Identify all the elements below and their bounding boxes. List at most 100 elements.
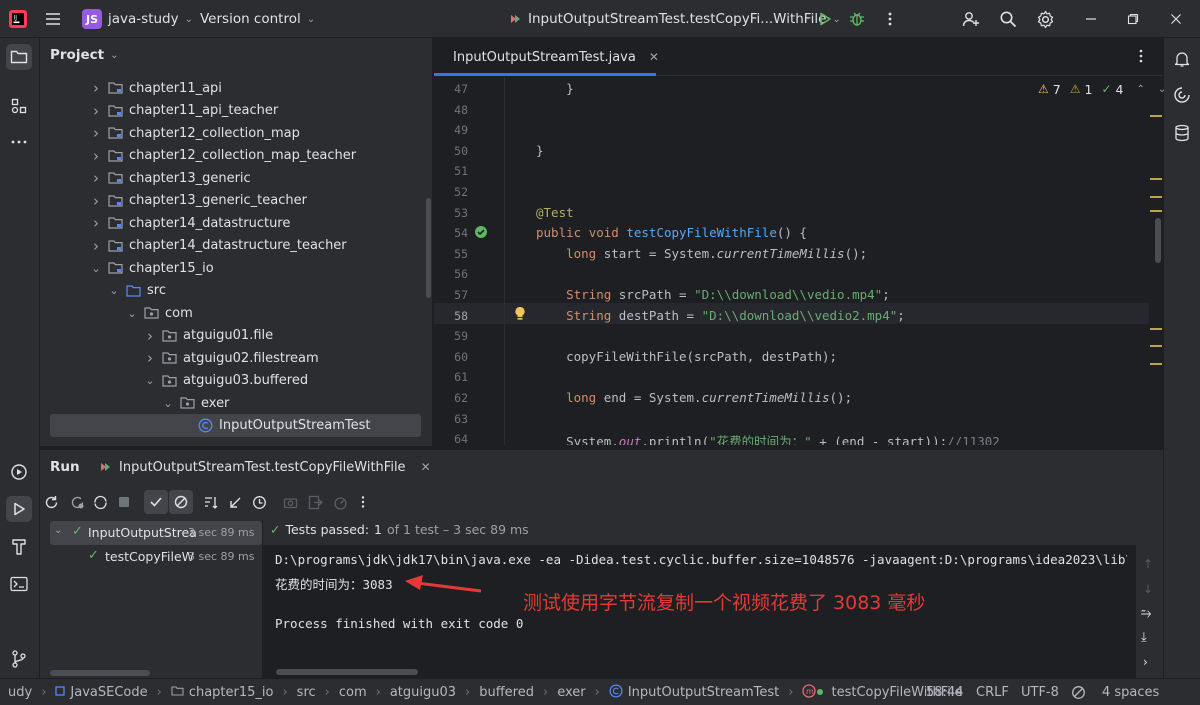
breadcrumb-item[interactable]: JavaSECode xyxy=(70,685,147,700)
breadcrumb-item[interactable]: exer xyxy=(557,685,585,700)
tree-item[interactable]: › chapter11_api_teacher xyxy=(90,100,278,122)
show-ignored-toggle[interactable] xyxy=(169,490,193,514)
history-clock-icon[interactable] xyxy=(248,491,270,513)
search-icon[interactable] xyxy=(999,0,1017,38)
arrow-up-icon[interactable]: ↑ xyxy=(1143,557,1153,571)
breadcrumb-item[interactable]: chapter15_io xyxy=(189,685,274,700)
sort-icon[interactable] xyxy=(200,491,222,513)
test-tree-root-row[interactable]: ⌄ ✓ InputOutputStrea 3 sec 89 ms xyxy=(50,521,262,545)
performance-icon[interactable] xyxy=(329,491,351,513)
editor-tab[interactable]: InputOutputStreamTest.java ✕ xyxy=(434,38,659,76)
close-tab-icon[interactable]: ✕ xyxy=(649,50,659,64)
add-user-icon[interactable] xyxy=(962,0,980,38)
warning-stripe-mark[interactable] xyxy=(1150,210,1162,212)
project-tool-icon[interactable] xyxy=(6,44,32,70)
tree-item[interactable]: › chapter11_api xyxy=(90,77,222,99)
settings-gear-icon[interactable] xyxy=(1036,0,1055,38)
arrow-down-icon[interactable]: ↓ xyxy=(1143,582,1153,596)
tree-item[interactable]: › chapter14_datastructure_teacher xyxy=(90,235,347,257)
lightbulb-icon[interactable] xyxy=(514,306,526,325)
tree-scrollbar[interactable] xyxy=(426,198,431,298)
more-options-icon[interactable] xyxy=(352,491,374,513)
tree-item[interactable]: ⌄ src xyxy=(108,280,166,302)
line-number: 56 xyxy=(454,267,468,282)
tree-item[interactable]: › chapter13_generic xyxy=(90,167,251,189)
warning-stripe-mark[interactable] xyxy=(1150,363,1162,365)
tree-item[interactable]: › chapter14_datastructure xyxy=(90,212,290,234)
breadcrumb-item[interactable]: buffered xyxy=(479,685,534,700)
build-hammer-icon[interactable] xyxy=(6,534,32,560)
chevron-right-icon[interactable]: › xyxy=(1143,655,1148,669)
tree-item-selected[interactable]: InputOutputStreamTest xyxy=(180,415,370,437)
show-passed-toggle[interactable] xyxy=(144,490,168,514)
project-switcher[interactable]: JS java-study ⌄ xyxy=(82,0,193,38)
close-window-icon[interactable] xyxy=(1170,0,1182,38)
breadcrumb-item[interactable]: InputOutputStreamTest xyxy=(628,685,779,700)
warning-stripe-mark[interactable] xyxy=(1150,345,1162,347)
line-separator[interactable]: CRLF xyxy=(976,679,1009,705)
tab-options-icon[interactable] xyxy=(1134,48,1148,68)
main-menu-icon[interactable] xyxy=(44,0,62,38)
breadcrumb-item[interactable]: atguigu03 xyxy=(390,685,456,700)
database-icon[interactable] xyxy=(1169,120,1195,146)
test-tree-hscrollbar[interactable] xyxy=(50,670,150,676)
readonly-toggle-icon[interactable] xyxy=(1071,679,1086,705)
breadcrumb-item[interactable]: udy xyxy=(8,685,32,700)
editor-scrollbar[interactable] xyxy=(1155,218,1161,263)
code-view[interactable]: 47 } 48 49 50} 51 52 53 @Test 54 public void test… xyxy=(434,77,1163,445)
console-hscrollbar[interactable] xyxy=(276,669,418,675)
git-branch-icon[interactable] xyxy=(6,646,32,672)
screenshot-icon[interactable] xyxy=(279,491,301,513)
debug-button[interactable] xyxy=(849,0,865,38)
tree-item[interactable]: › chapter13_generic_teacher xyxy=(90,190,307,212)
rerun-icon[interactable] xyxy=(40,491,62,513)
warning-stripe-mark[interactable] xyxy=(1150,115,1162,117)
rerun-failed-icon[interactable] xyxy=(66,491,88,513)
minimize-icon[interactable] xyxy=(1085,0,1097,38)
close-tab-icon[interactable]: ✕ xyxy=(421,460,431,474)
import-tests-icon[interactable] xyxy=(224,491,246,513)
warning-stripe-mark[interactable] xyxy=(1150,178,1162,180)
ai-assistant-icon[interactable] xyxy=(1169,82,1195,108)
structure-tool-icon[interactable] xyxy=(6,93,32,119)
run-button[interactable] xyxy=(817,0,833,38)
soft-wrap-icon[interactable]: ⥲ xyxy=(1141,606,1151,621)
inspection-widget[interactable]: ⚠ 7 ⚠ 1 ✓ 4 ⌃ ⌄ xyxy=(1038,80,1166,98)
tree-item[interactable]: › atguigu02.filestream xyxy=(144,347,319,369)
stop-icon[interactable] xyxy=(113,491,135,513)
tree-item[interactable]: › chapter12_collection_map_teacher xyxy=(90,145,356,167)
toggle-auto-test-icon[interactable] xyxy=(89,491,111,513)
more-actions-icon[interactable] xyxy=(882,0,898,38)
console-output[interactable]: D:\programs\jdk\jdk17\bin\java.exe -ea -… xyxy=(263,545,1136,678)
breadcrumb-item[interactable]: src xyxy=(297,685,316,700)
chevron-down-icon[interactable]: ⌄ xyxy=(1158,84,1166,95)
app-logo-icon[interactable]: IJ xyxy=(8,0,28,38)
restore-icon[interactable] xyxy=(1127,0,1139,38)
scroll-to-end-icon[interactable]: ⤓ xyxy=(1141,630,1147,645)
warning-stripe-mark[interactable] xyxy=(1150,196,1162,198)
tree-item[interactable]: ⌄ exer xyxy=(162,392,229,414)
run-tab[interactable]: InputOutputStreamTest.testCopyFileWithFi… xyxy=(98,450,431,484)
tree-item[interactable]: › chapter12_collection_map xyxy=(90,122,300,144)
tree-item[interactable]: ⌄ chapter15_io xyxy=(90,257,213,279)
tree-item[interactable]: ⌄ com xyxy=(126,302,192,324)
file-encoding[interactable]: UTF-8 xyxy=(1021,679,1059,705)
run-config-selector[interactable]: InputOutputStreamTest.testCopyFi...WithF… xyxy=(508,0,841,38)
run-test-gutter-icon[interactable] xyxy=(474,225,488,243)
indent-setting[interactable]: 4 spaces xyxy=(1102,679,1159,705)
vcs-menu[interactable]: Version control ⌄ xyxy=(200,0,315,38)
warning-stripe-mark[interactable] xyxy=(1150,328,1162,330)
more-tools-icon[interactable] xyxy=(6,129,32,155)
run-tool-icon[interactable] xyxy=(6,496,32,522)
services-tool-icon[interactable] xyxy=(6,459,32,485)
notifications-bell-icon[interactable] xyxy=(1169,46,1195,72)
chevron-up-icon[interactable]: ⌃ xyxy=(1136,84,1144,95)
export-icon[interactable] xyxy=(304,491,326,513)
terminal-icon[interactable] xyxy=(6,571,32,597)
warning-triangle-icon: ⚠ xyxy=(1038,82,1049,96)
tree-item[interactable]: › atguigu01.file xyxy=(144,325,273,347)
caret-position[interactable]: 58:44 xyxy=(926,679,963,705)
breadcrumb-item[interactable]: com xyxy=(339,685,367,700)
test-tree-row[interactable]: ✓ testCopyFileW 3 sec 89 ms xyxy=(50,545,262,569)
tree-item[interactable]: ⌄ atguigu03.buffered xyxy=(144,370,308,392)
